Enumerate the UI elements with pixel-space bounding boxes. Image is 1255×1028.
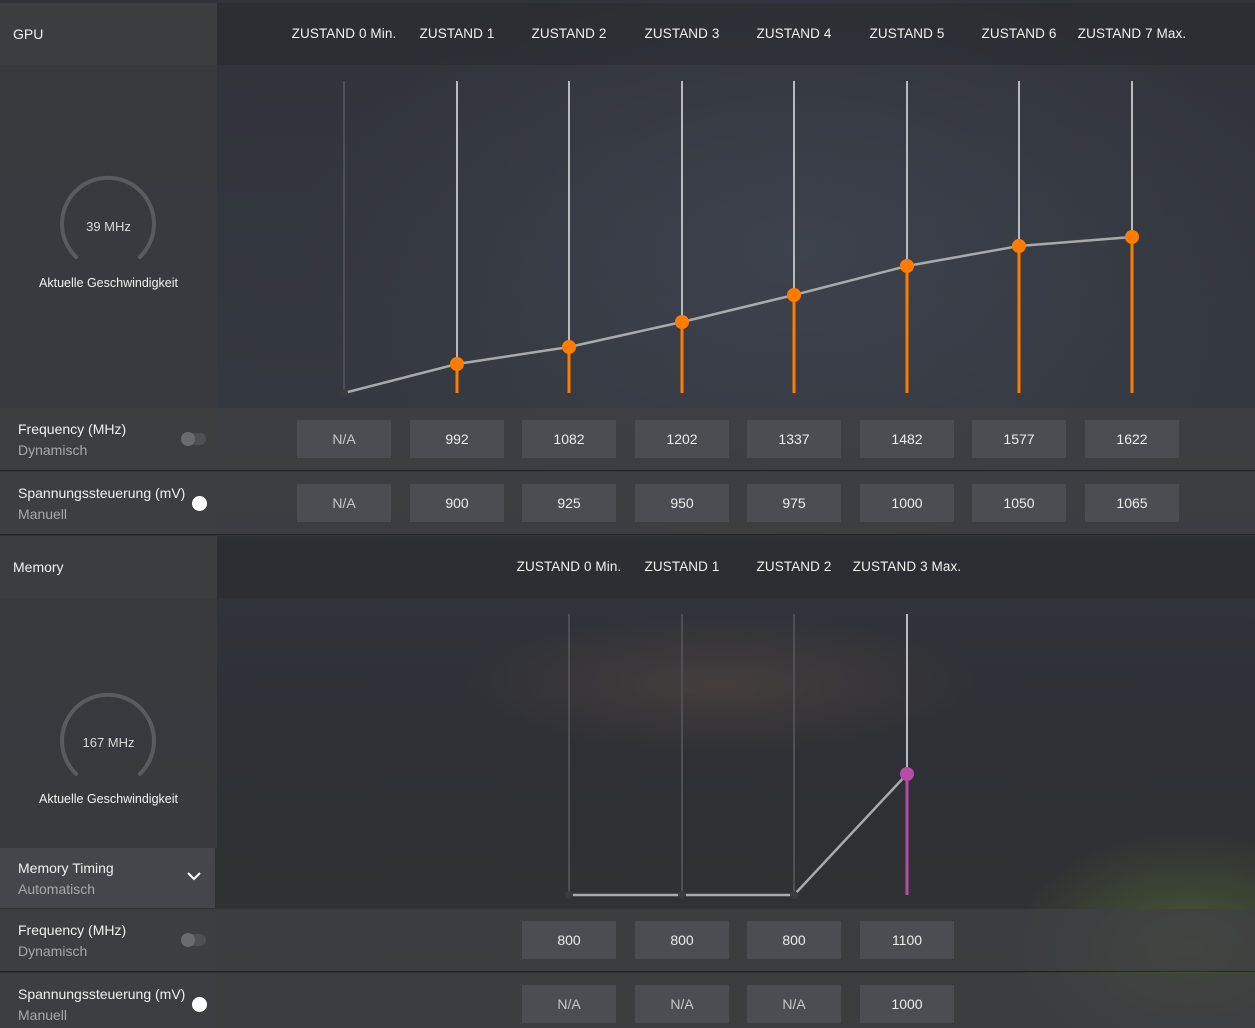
gpu-frequency-value-3[interactable]: 1202 (635, 420, 729, 458)
gpu-voltage-mode: Manuell (18, 506, 68, 522)
gpu-voltage-label-cell: Spannungssteuerung (mV) Manuell (0, 472, 217, 534)
gpu-voltage-value-6[interactable]: 1050 (972, 484, 1066, 522)
divider (0, 971, 1255, 972)
gpu-curve-line (343, 235, 1133, 395)
memory-frequency-mode: Dynamisch (18, 943, 88, 959)
gpu-voltage-label: Spannungssteuerung (mV) (18, 485, 186, 501)
memory-frequency-label: Frequency (MHz) (18, 922, 127, 938)
gpu-current-speed-caption: Aktuelle Geschwindigkeit (39, 276, 178, 290)
memory-state-label-3: ZUSTAND 3 Max. (852, 559, 962, 574)
gpu-state-3-handle[interactable] (675, 315, 689, 329)
memory-state-1-handle (678, 891, 686, 899)
memory-voltage-row: Spannungssteuerung (mV) Manuell N/A N/A … (0, 973, 1255, 1028)
memory-frequency-value-2[interactable]: 800 (747, 921, 841, 959)
gpu-section-header: GPU ZUSTAND 0 Min. ZUSTAND 1 ZUSTAND 2 Z… (0, 3, 1255, 65)
gpu-gauge: 39 MHz Aktuelle Geschwindigkeit (0, 65, 217, 408)
gpu-voltage-value-3[interactable]: 950 (635, 484, 729, 522)
memory-voltage-value-3[interactable]: 1000 (860, 985, 954, 1023)
gpu-frequency-row: Frequency (MHz) Dynamisch N/A 992 1082 1… (0, 408, 1255, 470)
memory-curve-line (569, 773, 908, 897)
gpu-state-label-1: ZUSTAND 1 (419, 26, 495, 41)
divider (0, 470, 1255, 471)
memory-voltage-toggle[interactable] (192, 997, 207, 1012)
memory-voltage-label: Spannungssteuerung (mV) (18, 986, 186, 1002)
memory-section-title: Memory (0, 536, 217, 598)
memory-voltage-value-0: N/A (522, 985, 616, 1023)
memory-voltage-value-1: N/A (635, 985, 729, 1023)
gpu-state-label-4: ZUSTAND 4 (756, 26, 832, 41)
gpu-state-label-5: ZUSTAND 5 (869, 26, 945, 41)
gpu-current-speed: 39 MHz (86, 219, 131, 234)
memory-timing-dropdown[interactable]: Memory Timing Automatisch (0, 848, 215, 908)
gpu-section-title: GPU (0, 3, 217, 65)
memory-section-header: Memory ZUSTAND 0 Min. ZUSTAND 1 ZUSTAND … (0, 536, 1255, 598)
gpu-frequency-label: Frequency (MHz) (18, 421, 127, 437)
memory-state-2-handle (790, 891, 798, 899)
divider (0, 534, 1255, 535)
gpu-voltage-row: Spannungssteuerung (mV) Manuell N/A 900 … (0, 472, 1255, 534)
gpu-frequency-value-6[interactable]: 1577 (972, 420, 1066, 458)
memory-timing-value: Automatisch (18, 881, 96, 897)
gpu-state-label-3: ZUSTAND 3 (644, 26, 720, 41)
gpu-frequency-label-cell: Frequency (MHz) Dynamisch (0, 408, 217, 470)
gpu-voltage-value-1[interactable]: 900 (410, 484, 504, 522)
gpu-track-lines (343, 81, 1133, 393)
memory-gauge: 167 MHz Aktuelle Geschwindigkeit (0, 598, 217, 848)
gpu-frequency-value-7[interactable]: 1622 (1085, 420, 1179, 458)
gpu-state-5-handle[interactable] (900, 259, 914, 273)
gpu-frequency-mode: Dynamisch (18, 442, 88, 458)
gpu-state-label-2: ZUSTAND 2 (531, 26, 607, 41)
memory-frequency-value-1[interactable]: 800 (635, 921, 729, 959)
memory-track-lines (568, 614, 908, 895)
memory-state-3-handle[interactable] (900, 767, 914, 781)
memory-voltage-label-cell: Spannungssteuerung (mV) Manuell (0, 973, 217, 1028)
gpu-state-label-6: ZUSTAND 6 (981, 26, 1057, 41)
memory-state-label-0: ZUSTAND 0 Min. (516, 559, 622, 574)
gpu-state-label-0: ZUSTAND 0 Min. (291, 26, 397, 41)
gpu-voltage-value-2[interactable]: 925 (522, 484, 616, 522)
gpu-state-2-handle[interactable] (562, 340, 576, 354)
gpu-state-0-handle (340, 389, 348, 397)
gpu-frequency-toggle[interactable] (181, 432, 206, 446)
memory-state-chart[interactable] (217, 598, 1255, 908)
gpu-state-chart[interactable] (217, 65, 1255, 408)
memory-frequency-row: Frequency (MHz) Dynamisch 800 800 800 11… (0, 909, 1255, 971)
gpu-state-4-handle[interactable] (787, 288, 801, 302)
memory-state-label-2: ZUSTAND 2 (756, 559, 832, 574)
gpu-state-label-7: ZUSTAND 7 Max. (1077, 26, 1187, 41)
memory-state-label-1: ZUSTAND 1 (644, 559, 720, 574)
memory-frequency-label-cell: Frequency (MHz) Dynamisch (0, 909, 217, 971)
gpu-voltage-toggle[interactable] (192, 496, 207, 511)
gpu-state-1-handle[interactable] (450, 357, 464, 371)
memory-current-speed-caption: Aktuelle Geschwindigkeit (39, 792, 178, 806)
gpu-frequency-value-0: N/A (297, 420, 391, 458)
memory-frequency-value-0[interactable]: 800 (522, 921, 616, 959)
gpu-frequency-value-1[interactable]: 992 (410, 420, 504, 458)
memory-current-speed: 167 MHz (82, 735, 135, 750)
memory-frequency-toggle[interactable] (181, 933, 206, 947)
gpu-state-6-handle[interactable] (1012, 239, 1026, 253)
gpu-voltage-value-4[interactable]: 975 (747, 484, 841, 522)
memory-timing-label: Memory Timing (18, 860, 114, 876)
gpu-frequency-value-5[interactable]: 1482 (860, 420, 954, 458)
gpu-voltage-value-7[interactable]: 1065 (1085, 484, 1179, 522)
memory-voltage-value-2: N/A (747, 985, 841, 1023)
memory-state-0-handle (565, 891, 573, 899)
gpu-state-7-handle[interactable] (1125, 230, 1139, 244)
chevron-down-icon[interactable] (186, 870, 202, 882)
gpu-voltage-value-5[interactable]: 1000 (860, 484, 954, 522)
gpu-voltage-value-0: N/A (297, 484, 391, 522)
memory-voltage-mode: Manuell (18, 1007, 68, 1023)
gpu-frequency-value-4[interactable]: 1337 (747, 420, 841, 458)
gpu-frequency-value-2[interactable]: 1082 (522, 420, 616, 458)
memory-frequency-value-3[interactable]: 1100 (860, 921, 954, 959)
